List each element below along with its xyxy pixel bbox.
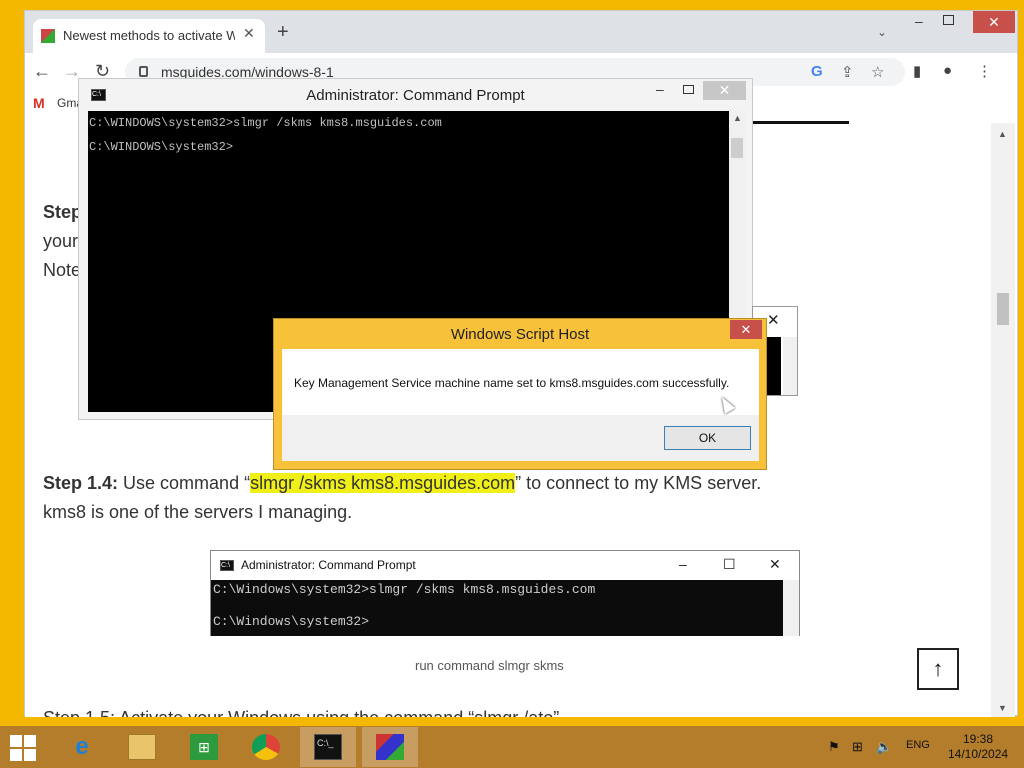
step-1-4-line2: kms8 is one of the servers I managing. — [43, 502, 353, 522]
flag-icon[interactable]: ⚑ — [828, 739, 840, 755]
script-host-dialog: Windows Script Host ✕ Key Management Ser… — [273, 318, 767, 470]
dialog-close-button[interactable]: ✕ — [730, 320, 762, 339]
cmd-titlebar[interactable]: C:\ Administrator: Command Prompt – ✕ — [79, 79, 752, 111]
figure-title: Administrator: Command Prompt — [241, 558, 416, 572]
cmd-maximize-button[interactable] — [683, 85, 694, 94]
cmd-close-button[interactable]: ✕ — [703, 81, 746, 100]
step-1-5-paragraph: Step 1.5: Activate your Windows using th… — [43, 704, 559, 717]
background-scrollbar — [783, 337, 797, 395]
scroll-down-icon[interactable]: ▼ — [998, 703, 1007, 713]
image-edge — [753, 121, 849, 124]
cmd-scroll-up-icon[interactable]: ▲ — [733, 113, 742, 123]
taskbar: e ⊞ C:\_ ⚑ ⊞ 🔈 ENG 19:38 14/10/2024 — [0, 726, 1024, 768]
chrome-icon — [252, 734, 280, 760]
clock[interactable]: 19:38 14/10/2024 — [948, 732, 1008, 762]
figure-command-prompt: C:\ Administrator: Command Prompt – ☐ ✕ … — [210, 550, 800, 636]
step-1-4-post: ” to connect to my KMS server. — [515, 473, 762, 493]
cmd-title: Administrator: Command Prompt — [306, 87, 525, 104]
highlighted-command: slmgr /skms kms8.msguides.com — [250, 473, 516, 493]
figure-console: C:\Windows\system32>slmgr /skms kms8.msg… — [211, 580, 783, 636]
dialog-body: Key Management Service machine name set … — [282, 349, 759, 415]
step-1-4-pre: Use command “ — [118, 473, 251, 493]
google-lens-icon[interactable]: G — [811, 63, 823, 80]
tab-title: Newest methods to activate Win — [63, 28, 235, 43]
scroll-thumb[interactable] — [997, 293, 1009, 325]
new-tab-button[interactable]: + — [277, 22, 289, 42]
start-button[interactable] — [10, 735, 36, 761]
taskbar-internet-explorer[interactable]: e — [54, 727, 110, 767]
store-icon: ⊞ — [190, 734, 218, 760]
tab-strip: Newest methods to activate Win ✕ + ⌄ – ✕ — [25, 11, 1017, 53]
cmd-minimize-button[interactable]: – — [656, 81, 664, 97]
maximize-button[interactable] — [943, 15, 954, 25]
minimize-button[interactable]: – — [915, 13, 923, 29]
menu-dots-icon[interactable]: ⋮ — [977, 62, 992, 80]
profile-avatar-icon[interactable]: ● — [943, 62, 952, 79]
figure-close-icon: ✕ — [769, 556, 781, 572]
site-favicon-icon — [41, 29, 55, 43]
cmd-taskbar-icon: C:\_ — [314, 734, 342, 760]
gmail-icon[interactable]: M — [33, 95, 45, 111]
clock-time: 19:38 — [962, 732, 994, 746]
taskbar-app-installer[interactable] — [362, 727, 418, 767]
background-close-icon[interactable]: ✕ — [767, 311, 780, 329]
tab-close-icon[interactable]: ✕ — [243, 25, 255, 42]
windows-logo-icon — [24, 735, 36, 747]
taskbar-chrome[interactable] — [238, 727, 294, 767]
installer-icon — [376, 734, 404, 760]
page-scrollbar[interactable]: ▲ ▼ — [991, 123, 1015, 717]
browser-tab[interactable]: Newest methods to activate Win ✕ — [33, 19, 265, 53]
windows-logo-icon — [10, 735, 22, 747]
body-line-note: Note — [43, 260, 82, 280]
figure-maximize-icon: ☐ — [723, 556, 736, 572]
scroll-up-icon[interactable]: ▲ — [998, 129, 1007, 139]
volume-icon[interactable]: 🔈 — [876, 739, 892, 755]
back-arrow-icon[interactable]: ← — [33, 61, 51, 81]
tab-search-chevron-icon[interactable]: ⌄ — [877, 25, 887, 39]
step-1-4-label: Step 1.4: — [43, 473, 119, 493]
internet-explorer-icon: e — [75, 733, 89, 760]
share-icon[interactable]: ⇪ — [841, 63, 854, 81]
body-line-your: your — [43, 231, 79, 251]
dialog-message: Key Management Service machine name set … — [294, 376, 730, 390]
cmd-scroll-thumb[interactable] — [731, 138, 743, 158]
taskbar-command-prompt[interactable]: C:\_ — [300, 727, 356, 767]
step-label: Step — [43, 202, 83, 222]
folder-icon — [128, 734, 156, 760]
windows-logo-icon — [10, 749, 22, 761]
cmd-icon: C:\ — [220, 560, 234, 571]
windows-logo-icon — [24, 749, 36, 761]
figure-caption: run command slmgr skms — [415, 658, 564, 673]
language-indicator[interactable]: ENG — [906, 739, 930, 751]
taskbar-store[interactable]: ⊞ — [176, 727, 232, 767]
figure-minimize-icon: – — [679, 556, 687, 572]
side-panel-icon[interactable]: ▮ — [913, 62, 921, 80]
clock-date: 14/10/2024 — [948, 747, 1009, 761]
bookmark-star-icon[interactable]: ☆ — [871, 63, 884, 81]
lock-icon[interactable] — [139, 66, 148, 77]
scroll-to-top-button[interactable]: ↑ — [917, 648, 959, 690]
step-1-4-paragraph: Step 1.4: Use command “slmgr /skms kms8.… — [43, 469, 761, 498]
figure-scrollbar — [783, 580, 799, 636]
dialog-title: Windows Script Host — [450, 326, 590, 343]
network-icon[interactable]: ⊞ — [852, 739, 863, 755]
ok-button[interactable]: OK — [664, 426, 751, 450]
dialog-footer: OK — [282, 415, 759, 461]
taskbar-file-explorer[interactable] — [114, 727, 170, 767]
close-button[interactable]: ✕ — [973, 11, 1015, 33]
